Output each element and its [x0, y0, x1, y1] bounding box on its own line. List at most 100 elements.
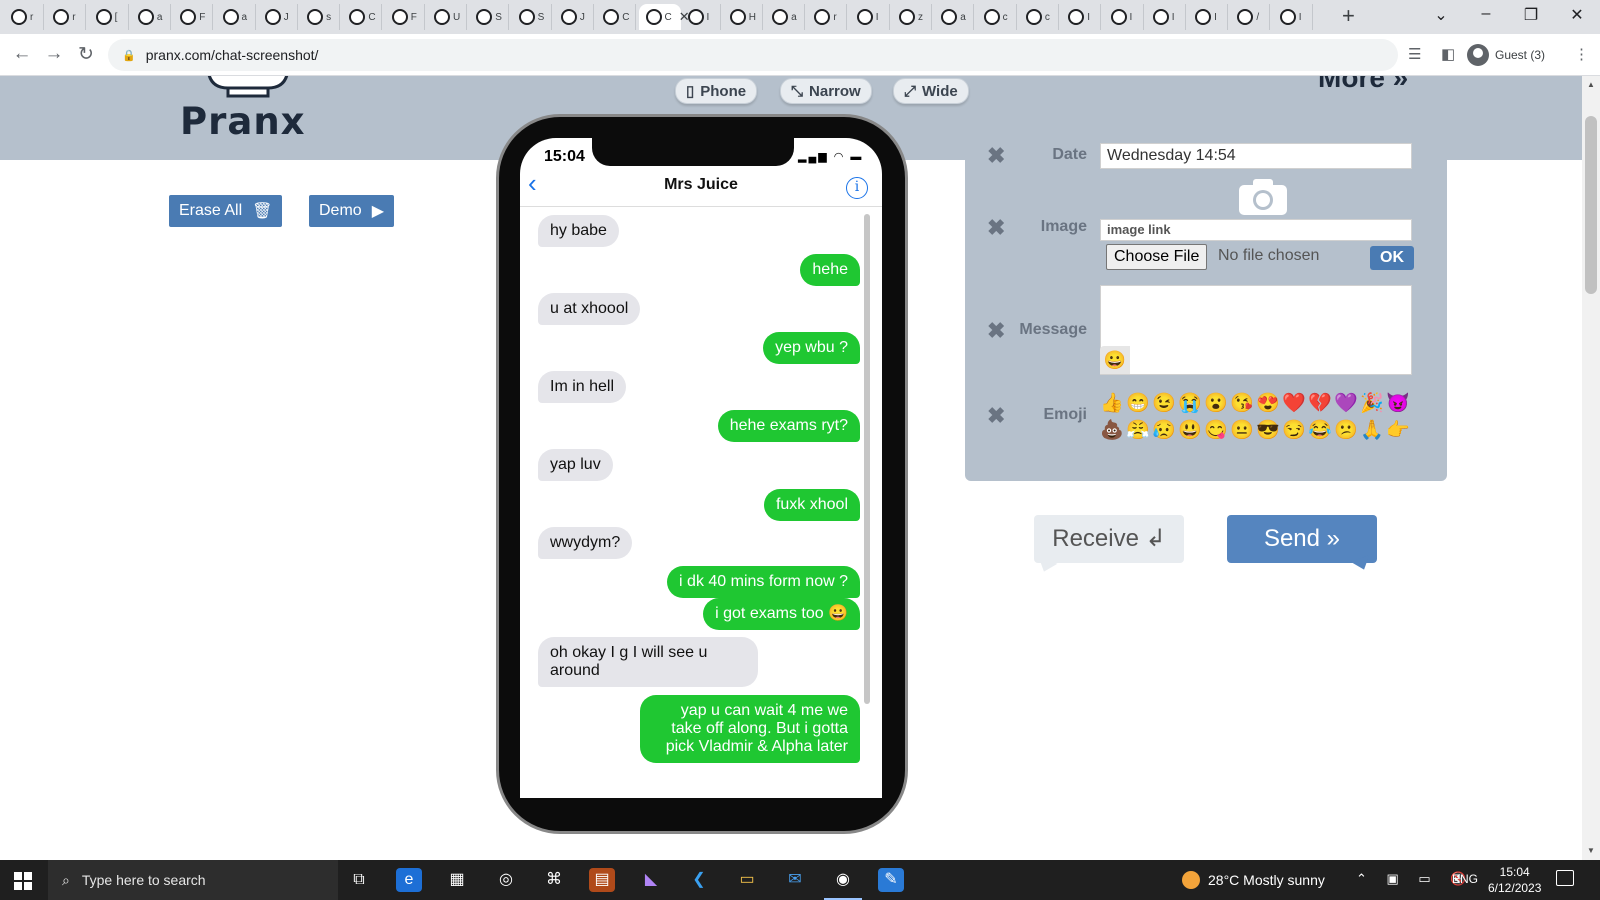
browser-tab-active[interactable]: C ✕	[638, 4, 690, 30]
emoji-option[interactable]: 😉	[1152, 392, 1176, 416]
browser-tab[interactable]: I	[1146, 4, 1186, 30]
sent-message[interactable]: yep wbu ?	[763, 332, 860, 364]
emoji-option[interactable]: 💩	[1100, 419, 1124, 443]
menu-icon[interactable]: ⋮	[1574, 45, 1589, 63]
received-message[interactable]: hy babe	[538, 215, 619, 247]
demo-button[interactable]: Demo ▶	[309, 195, 394, 227]
sent-message[interactable]: hehe	[800, 254, 860, 286]
emoji-option[interactable]: 👍	[1100, 392, 1124, 416]
browser-tab[interactable]: J	[554, 4, 594, 30]
browser-tab[interactable]: a	[765, 4, 806, 30]
minimize-icon[interactable]: –	[1471, 5, 1501, 23]
emoji-option[interactable]: 😮	[1204, 392, 1228, 416]
browser-tab[interactable]: F	[173, 4, 214, 30]
emoji-option[interactable]: 💔	[1308, 392, 1332, 416]
clear-emoji-icon[interactable]: ✖	[987, 403, 1005, 429]
narrow-view-button[interactable]: ⤡ Narrow	[780, 78, 872, 104]
clear-message-icon[interactable]: ✖	[987, 318, 1005, 344]
back-icon[interactable]: ←	[10, 43, 34, 65]
browser-tab[interactable]: I	[681, 4, 721, 30]
sent-message[interactable]: i dk 40 mins form now ?	[667, 566, 860, 598]
browser-tab[interactable]: I	[1061, 4, 1102, 30]
contact-name[interactable]: Mrs Juice	[520, 176, 882, 194]
send-button[interactable]: Send »	[1227, 515, 1377, 563]
reading-list-icon[interactable]: ☰	[1408, 45, 1421, 63]
date-input[interactable]: Wednesday 14:54	[1100, 143, 1412, 169]
side-panel-icon[interactable]: ◧	[1441, 45, 1455, 63]
browser-tab[interactable]: I	[850, 4, 890, 30]
windows-start-icon[interactable]	[14, 872, 32, 890]
sent-message[interactable]: yap u can wait 4 me we take off along. B…	[640, 695, 860, 763]
browser-tab[interactable]: U	[427, 4, 467, 30]
store-icon[interactable]: ▦	[444, 868, 470, 892]
browser-tab[interactable]: a	[131, 4, 171, 30]
chrome-icon[interactable]: ◉	[824, 868, 862, 900]
camera-icon[interactable]	[1237, 177, 1289, 217]
dell-icon[interactable]: ◎	[493, 868, 519, 892]
emoji-option[interactable]: ❤️	[1282, 392, 1306, 416]
task-view-icon[interactable]: ⧉	[346, 868, 372, 892]
emoji-option[interactable]: 😏	[1282, 419, 1306, 443]
browser-tab[interactable]: I	[1104, 4, 1144, 30]
scroll-thumb[interactable]	[1585, 116, 1597, 294]
logo[interactable]: Pranx	[180, 100, 306, 143]
emoji-option[interactable]: 😋	[1204, 419, 1228, 443]
browser-tab[interactable]: H	[723, 4, 763, 30]
emoji-option[interactable]: 😥	[1152, 419, 1176, 443]
clear-date-icon[interactable]: ✖	[987, 143, 1005, 169]
sent-message[interactable]: i got exams too 😀	[703, 598, 860, 630]
browser-tab[interactable]: /	[1230, 4, 1271, 30]
file-explorer-icon[interactable]: ▭	[734, 868, 760, 892]
address-bar[interactable]: 🔒 pranx.com/chat-screenshot/	[108, 39, 1398, 71]
weather-widget[interactable]: 28°C Mostly sunny	[1182, 871, 1325, 889]
clock[interactable]: 15:04 6/12/2023	[1488, 864, 1541, 896]
receive-button[interactable]: Receive ↲	[1034, 515, 1184, 563]
emoji-option[interactable]: 😃	[1178, 419, 1202, 443]
browser-tab[interactable]: S	[469, 4, 510, 30]
new-tab-button[interactable]: +	[1342, 3, 1355, 29]
browser-tab[interactable]: S	[512, 4, 552, 30]
scroll-down-icon[interactable]: ▼	[1587, 846, 1595, 855]
clear-image-icon[interactable]: ✖	[987, 215, 1005, 241]
more-link[interactable]: More »	[1318, 76, 1408, 94]
close-window-icon[interactable]: ✕	[1562, 5, 1592, 25]
browser-tab[interactable]: I	[1273, 4, 1313, 30]
browser-tab[interactable]: z	[892, 4, 932, 30]
forward-icon[interactable]: →	[42, 43, 66, 65]
emoji-option[interactable]: 💜	[1334, 392, 1358, 416]
emoji-option[interactable]: 😘	[1230, 392, 1254, 416]
visual-studio-icon[interactable]: ◣	[638, 868, 664, 892]
browser-tab[interactable]: C	[342, 4, 383, 30]
emoji-option[interactable]: 🙏	[1360, 419, 1384, 443]
sent-message[interactable]: hehe exams ryt?	[717, 410, 860, 442]
restore-icon[interactable]: ❐	[1516, 5, 1546, 25]
emoji-option[interactable]: 😎	[1256, 419, 1280, 443]
winrar-icon[interactable]: ▤	[589, 868, 615, 892]
edge-icon[interactable]: e	[396, 868, 422, 892]
mail-icon[interactable]: ✉	[782, 868, 808, 892]
browser-tab[interactable]: c	[1019, 4, 1059, 30]
phone-view-button[interactable]: ▯ Phone	[675, 78, 758, 104]
tab-search-icon[interactable]: ⌄	[1426, 5, 1456, 25]
emoji-option[interactable]: 😈	[1386, 392, 1410, 416]
emoji-option[interactable]: 😭	[1178, 392, 1202, 416]
emoji-option[interactable]: 👉	[1386, 419, 1410, 443]
browser-tab[interactable]: I	[1188, 4, 1229, 30]
emoji-option[interactable]: 😁	[1126, 392, 1150, 416]
profile-button[interactable]: Guest (3)	[1467, 41, 1545, 69]
message-textarea[interactable]	[1100, 285, 1412, 375]
browser-tab[interactable]: c	[977, 4, 1017, 30]
received-message[interactable]: yap luv	[538, 449, 613, 481]
received-message[interactable]: Im in hell	[538, 371, 627, 403]
taskbar-search[interactable]: ⌕ Type here to search	[48, 860, 338, 900]
browser-tab[interactable]: a	[934, 4, 975, 30]
emoji-option[interactable]: 😐	[1230, 419, 1254, 443]
vscode-icon[interactable]: ❮	[686, 868, 712, 892]
sent-message[interactable]: fuxk xhool	[763, 489, 860, 521]
page-scrollbar[interactable]: ▲ ▼	[1582, 76, 1600, 860]
wide-view-button[interactable]: ⤢ Wide	[893, 78, 969, 104]
emoji-option[interactable]: 😕	[1334, 419, 1358, 443]
language-indicator[interactable]: ENG	[1452, 872, 1478, 886]
received-message[interactable]: oh okay I g I will see u around	[538, 637, 758, 687]
browser-tab[interactable]: r	[807, 4, 848, 30]
